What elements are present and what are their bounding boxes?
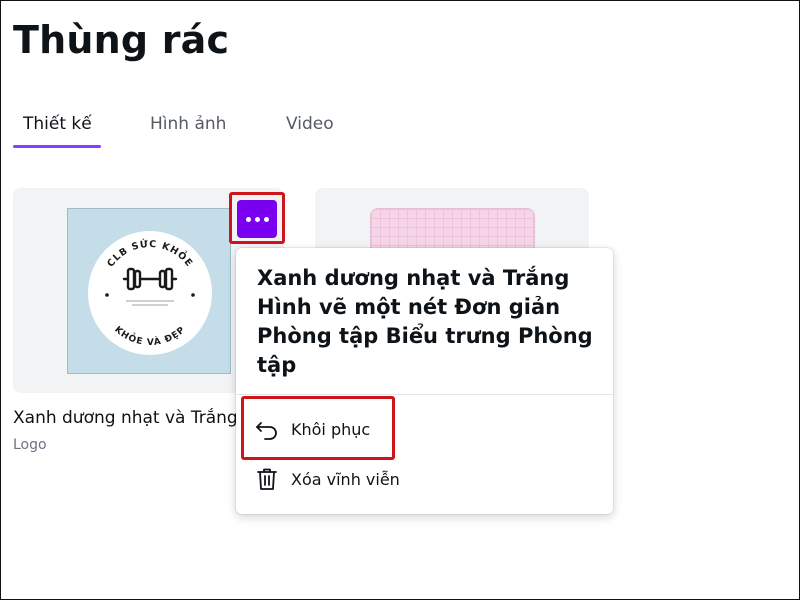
design-thumbnail: CLB SỨC KHỎE KHỎE VÀ ĐẸP (67, 208, 231, 374)
card-title[interactable]: Xanh dương nhạt và Trắng Hình vẽ một nét… (13, 408, 237, 428)
logo-badge: CLB SỨC KHỎE KHỎE VÀ ĐẸP (88, 231, 212, 355)
card-type: Logo (13, 437, 47, 453)
context-menu: Xanh dương nhạt và Trắng Hình vẽ một nét… (236, 248, 613, 514)
undo-arrow-icon (253, 415, 281, 443)
restore-menu-item[interactable]: Khôi phục (253, 409, 593, 449)
context-menu-title: Xanh dương nhạt và Trắng Hình vẽ một nét… (257, 266, 593, 377)
restore-label: Khôi phục (291, 419, 371, 439)
more-options-button[interactable] (237, 200, 277, 238)
active-tab-indicator (13, 145, 101, 148)
delete-forever-menu-item[interactable]: Xóa vĩnh viễn (253, 459, 593, 499)
dot-icon (245, 216, 251, 222)
tab-images[interactable]: Hình ảnh (150, 114, 226, 134)
page-title: Thùng rác (13, 18, 230, 62)
tab-designs[interactable]: Thiết kế (23, 114, 92, 134)
tab-bar: Thiết kế Hình ảnh Video (13, 108, 413, 150)
dot-icon (254, 216, 260, 222)
trash-icon (253, 465, 281, 493)
delete-forever-label: Xóa vĩnh viễn (291, 469, 400, 489)
more-button-highlight (229, 192, 285, 244)
tab-video[interactable]: Video (286, 114, 334, 134)
dot-icon (263, 216, 269, 222)
menu-divider (236, 394, 613, 395)
